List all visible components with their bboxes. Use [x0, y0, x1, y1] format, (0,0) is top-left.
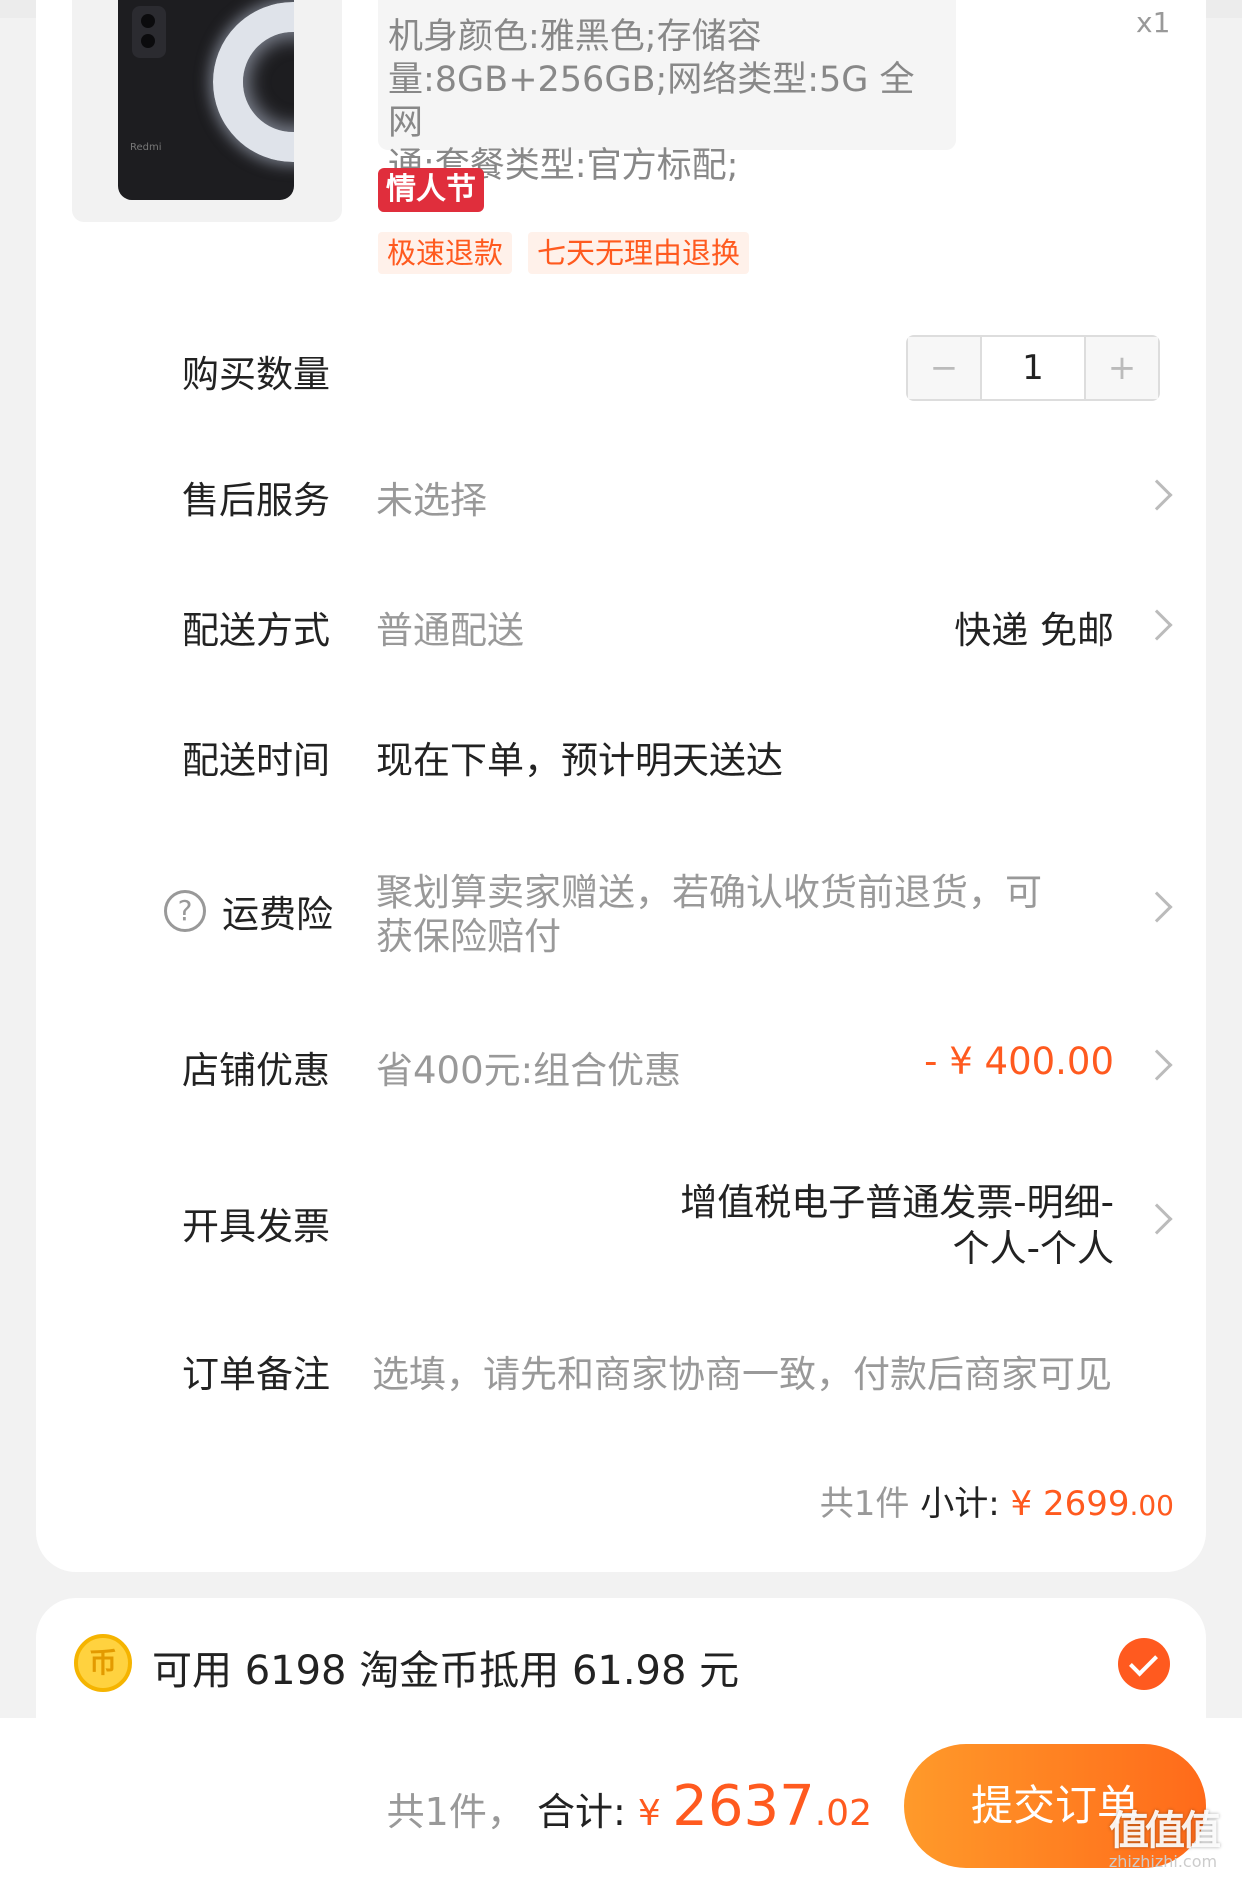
- watermark: 值值值 zhizhizhi.com: [1090, 1798, 1236, 1871]
- chevron-right-icon: [1141, 891, 1173, 923]
- delivery-method-label: 配送方式: [182, 609, 330, 652]
- subtotal-decimal: .00: [1129, 1489, 1174, 1522]
- subtotal-currency: ¥: [1010, 1484, 1033, 1524]
- quantity-stepper[interactable]: − 1 +: [906, 335, 1160, 401]
- after-sales-label: 售后服务: [182, 479, 330, 522]
- quantity-minus-button[interactable]: −: [908, 337, 980, 399]
- total-count: 共1件，: [386, 1790, 525, 1834]
- subtotal-label: 小计:: [920, 1484, 1000, 1524]
- invoice-type-line2: 个人-个人: [952, 1227, 1114, 1270]
- chevron-right-icon: [1141, 609, 1173, 641]
- checkout-bar: 共1件， 合计: ¥ 2637.02 提交订单: [0, 1718, 1242, 1882]
- delivery-time-label: 配送时间: [182, 739, 330, 782]
- order-note-label: 订单备注: [182, 1353, 330, 1396]
- phone-image: Redmi: [118, 0, 294, 200]
- delivery-method-value: 普通配送: [376, 609, 524, 652]
- chevron-right-icon: [1141, 1203, 1173, 1235]
- invoice-row[interactable]: 开具发票 增值税电子普通发票-明细- 个人-个人: [0, 1172, 1242, 1272]
- watermark-site: zhizhizhi.com: [1108, 1852, 1218, 1871]
- watermark-logo: 值值值: [1109, 1808, 1221, 1854]
- order-note-input[interactable]: 选填，请先和商家协商一致，付款后商家可见: [372, 1344, 1112, 1398]
- total-amount: 2637: [672, 1774, 815, 1839]
- store-discount-value: 省400元:组合优惠: [376, 1049, 682, 1092]
- delivery-fee-text: 快递 免邮: [954, 609, 1114, 652]
- product-spec-box[interactable]: 机身颜色:雅黑色;存储容 量:8GB+256GB;网络类型:5G 全网 通;套餐…: [378, 0, 956, 186]
- delivery-time-value: 现在下单，预计明天送达: [376, 739, 783, 782]
- total-label: 合计:: [536, 1790, 626, 1834]
- order-note-row[interactable]: 订单备注 选填，请先和商家协商一致，付款后商家可见: [0, 1344, 1242, 1424]
- shipping-insurance-label: 运费险: [222, 893, 333, 936]
- store-discount-amount: - ¥ 400.00: [924, 1040, 1114, 1083]
- chevron-right-icon: [1141, 479, 1173, 511]
- shipping-insurance-row[interactable]: 运费险 聚划算卖家赠送，若确认收货前退货，可 获保险赔付: [0, 862, 1242, 962]
- spec-line: 机身颜色:雅黑色;存储容: [388, 17, 762, 57]
- total-currency: ¥: [637, 1793, 673, 1834]
- service-tag-seven-day-return: 七天无理由退换: [528, 232, 750, 274]
- product-thumbnail[interactable]: Redmi: [72, 0, 342, 222]
- quantity-value[interactable]: 1: [980, 337, 1086, 399]
- phone-brand-mark: Redmi: [130, 142, 162, 153]
- total-decimal: .02: [814, 1793, 872, 1834]
- store-discount-row[interactable]: 店铺优惠 省400元:组合优惠 - ¥ 400.00: [0, 1040, 1242, 1120]
- shipping-insurance-line2: 获保险赔付: [376, 915, 561, 958]
- festival-badge: 情人节: [378, 168, 484, 212]
- delivery-method-row[interactable]: 配送方式 普通配送 快递 免邮: [0, 600, 1242, 680]
- after-sales-row[interactable]: 售后服务 未选择: [0, 470, 1242, 550]
- service-tag-fast-refund: 极速退款: [378, 232, 513, 274]
- invoice-label: 开具发票: [182, 1205, 330, 1248]
- camera-module: [132, 6, 166, 58]
- after-sales-value: 未选择: [376, 479, 487, 522]
- item-quantity-tag: x1: [1136, 6, 1171, 39]
- order-total: 共1件， 合计: ¥ 2637.02: [387, 1774, 872, 1839]
- subtotal-count: 共1件: [819, 1484, 910, 1524]
- store-discount-label: 店铺优惠: [182, 1049, 330, 1092]
- chevron-right-icon: [1141, 1049, 1173, 1081]
- quantity-label: 购买数量: [182, 353, 330, 396]
- quantity-plus-button[interactable]: +: [1086, 337, 1158, 399]
- subtotal-amount: 2699: [1042, 1484, 1130, 1524]
- spec-line: 量:8GB+256GB;网络类型:5G 全网: [388, 60, 915, 143]
- subtotal: 共1件 小计: ¥ 2699.00: [820, 1476, 1174, 1525]
- delivery-time-row: 配送时间 现在下单，预计明天送达: [0, 730, 1242, 810]
- phone-ring-graphic: [213, 2, 294, 162]
- checkmark-icon[interactable]: [1118, 1638, 1170, 1690]
- coin-icon: 币: [74, 1634, 132, 1692]
- coin-deduction-text: 可用 6198 淘金币抵用 61.98 元: [152, 1648, 740, 1694]
